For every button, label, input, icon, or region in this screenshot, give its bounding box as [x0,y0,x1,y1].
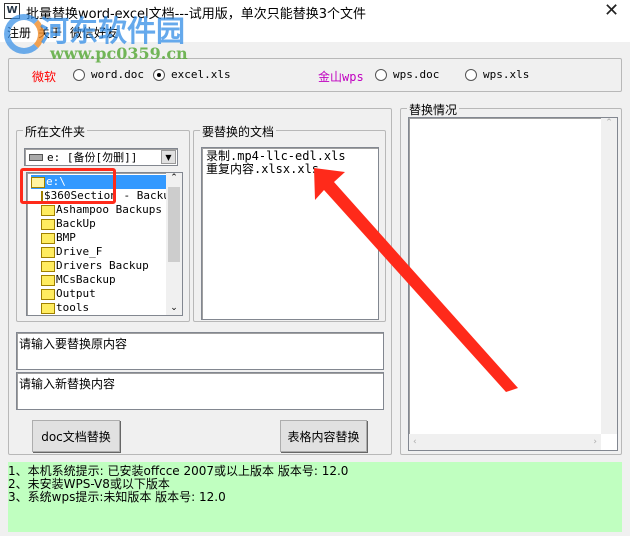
arrow-icon [314,168,518,392]
annotation-arrow [314,168,518,392]
